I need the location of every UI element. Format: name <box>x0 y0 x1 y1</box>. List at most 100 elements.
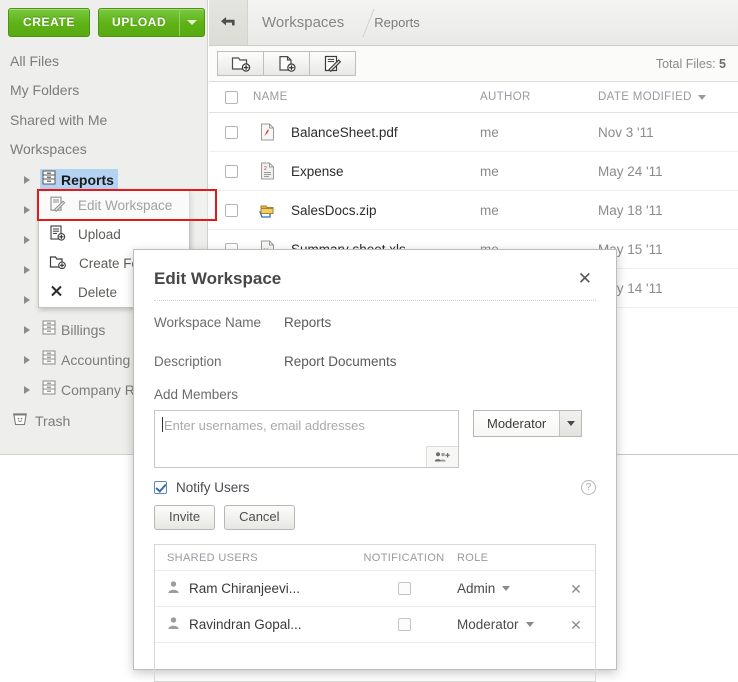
file-date: Nov 3 '11 <box>598 124 654 140</box>
shared-user-row: Ravindran Gopal... Moderator ✕ <box>155 607 595 644</box>
add-members-label: Add Members <box>154 387 239 402</box>
description-label: Description <box>154 354 222 369</box>
members-input[interactable]: Enter usernames, email addresses <box>154 410 459 468</box>
close-icon[interactable]: ✕ <box>574 268 596 289</box>
shared-user-role-cell: Moderator <box>457 617 557 632</box>
context-menu-item-edit-workspace-label: Edit Workspace <box>78 198 173 213</box>
tree-item-accounting-label: Accounting <box>61 351 131 368</box>
column-shared-users: SHARED USERS <box>167 551 258 564</box>
workspace-icon <box>42 350 56 370</box>
edit-workspace-icon <box>49 196 66 215</box>
table-row[interactable]: BalanceSheet.pdf me Nov 3 '11 <box>209 113 738 152</box>
role-dropdown[interactable]: Admin <box>457 581 511 596</box>
expand-arrow-icon[interactable] <box>24 325 30 334</box>
role-select-dropdown-button[interactable] <box>559 411 582 436</box>
sidebar-item-shared-with-me[interactable]: Shared with Me <box>0 106 207 135</box>
delete-icon <box>49 283 66 302</box>
user-icon <box>167 616 180 633</box>
file-name[interactable]: Expense <box>281 164 480 179</box>
tree-item-billings-row: Billings <box>40 319 109 341</box>
breadcrumb-workspaces[interactable]: Workspaces <box>248 14 354 31</box>
cancel-button[interactable]: Cancel <box>224 505 295 531</box>
expand-arrow-icon[interactable] <box>24 175 30 184</box>
expand-arrow-icon[interactable] <box>24 205 30 214</box>
select-all-checkbox[interactable] <box>224 90 238 104</box>
create-folder-icon <box>49 254 67 273</box>
new-file-button[interactable] <box>263 51 310 76</box>
file-date: May 24 '11 <box>598 163 663 179</box>
file-toolbar: Total Files: 5 <box>209 46 738 82</box>
total-files-label: Total Files: <box>655 56 716 71</box>
column-date-modified[interactable]: DATE MODIFIED <box>598 91 738 103</box>
invite-button[interactable]: Invite <box>154 505 216 531</box>
expand-arrow-icon[interactable] <box>24 355 30 364</box>
help-icon[interactable]: ? <box>581 480 596 495</box>
role-select[interactable]: Moderator <box>473 410 583 437</box>
sidebar-item-workspaces[interactable]: Workspaces <box>0 135 207 164</box>
create-button[interactable]: CREATE <box>8 8 91 37</box>
row-checkbox[interactable] <box>224 164 238 178</box>
dialog-actions: Invite Cancel <box>134 495 616 531</box>
pdf-file-icon <box>253 123 281 141</box>
shared-user-notify-cell <box>351 618 457 632</box>
notification-checkbox[interactable] <box>397 618 411 632</box>
new-file-icon <box>278 56 296 72</box>
shared-users-table: SHARED USERS NOTIFICATION ROLE Ram Chira… <box>154 544 596 682</box>
shared-user-row: Ram Chiranjeevi... Admin ✕ <box>155 571 595 608</box>
row-select-cell <box>209 203 253 217</box>
back-button[interactable] <box>209 0 248 45</box>
notification-checkbox[interactable] <box>397 582 411 596</box>
context-menu-item-upload[interactable]: Upload <box>39 220 189 249</box>
column-name[interactable]: NAME <box>253 91 480 103</box>
tree-item-billings-label: Billings <box>61 321 106 338</box>
upload-dropdown-button[interactable] <box>179 9 204 36</box>
user-icon <box>167 580 180 597</box>
sidebar-item-all-files[interactable]: All Files <box>0 47 207 76</box>
expand-arrow-icon[interactable] <box>24 235 30 244</box>
workspace-name-value[interactable]: Reports <box>284 315 331 330</box>
workspace-icon <box>42 170 56 190</box>
breadcrumb: Workspaces Reports <box>209 0 738 46</box>
dialog-title: Edit Workspace <box>154 268 282 288</box>
trash-icon <box>12 411 28 431</box>
workspace-name-label: Workspace Name <box>154 315 262 330</box>
breadcrumb-reports[interactable]: Reports <box>368 15 430 30</box>
expand-arrow-icon[interactable] <box>24 265 30 274</box>
expand-arrow-icon[interactable] <box>24 295 30 304</box>
role-select-value: Moderator <box>487 416 547 431</box>
add-people-button[interactable] <box>426 446 458 467</box>
file-date: May 15 '11 <box>598 241 663 257</box>
remove-user-button[interactable]: ✕ <box>570 582 582 596</box>
remove-user-button[interactable]: ✕ <box>570 618 582 632</box>
sidebar-item-trash-label: Trash <box>35 412 71 429</box>
tree-item-company-records-row: Company Re <box>40 379 147 401</box>
upload-button[interactable]: UPLOAD <box>99 9 179 36</box>
sidebar-item-my-folders[interactable]: My Folders <box>0 76 207 105</box>
description-value[interactable]: Report Documents <box>284 354 397 369</box>
table-row[interactable]: 2 Expense me May 24 '11 <box>209 152 738 191</box>
row-checkbox[interactable] <box>224 203 238 217</box>
context-menu-item-edit-workspace[interactable]: Edit Workspace <box>39 191 189 220</box>
file-name[interactable]: SalesDocs.zip <box>281 203 480 218</box>
row-select-cell <box>209 164 253 178</box>
table-row[interactable]: SalesDocs.zip me May 18 '11 <box>209 191 738 230</box>
workspace-icon <box>42 380 56 400</box>
file-name[interactable]: BalanceSheet.pdf <box>281 125 480 140</box>
new-folder-button[interactable] <box>217 51 264 76</box>
shared-user-name: Ram Chiranjeevi... <box>189 581 301 597</box>
chevron-down-icon <box>502 586 511 592</box>
column-author[interactable]: AUTHOR <box>480 91 598 103</box>
role-dropdown[interactable]: Moderator <box>457 617 534 632</box>
chevron-down-icon <box>187 20 198 25</box>
notify-users-checkbox[interactable] <box>154 481 167 494</box>
edit-button[interactable] <box>309 51 356 76</box>
sidebar-action-buttons: CREATE UPLOAD <box>0 0 207 37</box>
row-checkbox[interactable] <box>224 125 238 139</box>
tree-item-reports-label: Reports <box>61 171 114 188</box>
file-list-header: NAME AUTHOR DATE MODIFIED <box>209 82 738 113</box>
expand-arrow-icon[interactable] <box>24 385 30 394</box>
svg-text:2: 2 <box>264 166 267 172</box>
shared-user-cell: Ram Chiranjeevi... <box>155 580 351 597</box>
add-members-row: Enter usernames, email addresses Moderat… <box>154 410 596 468</box>
file-date: May 18 '11 <box>598 202 663 218</box>
